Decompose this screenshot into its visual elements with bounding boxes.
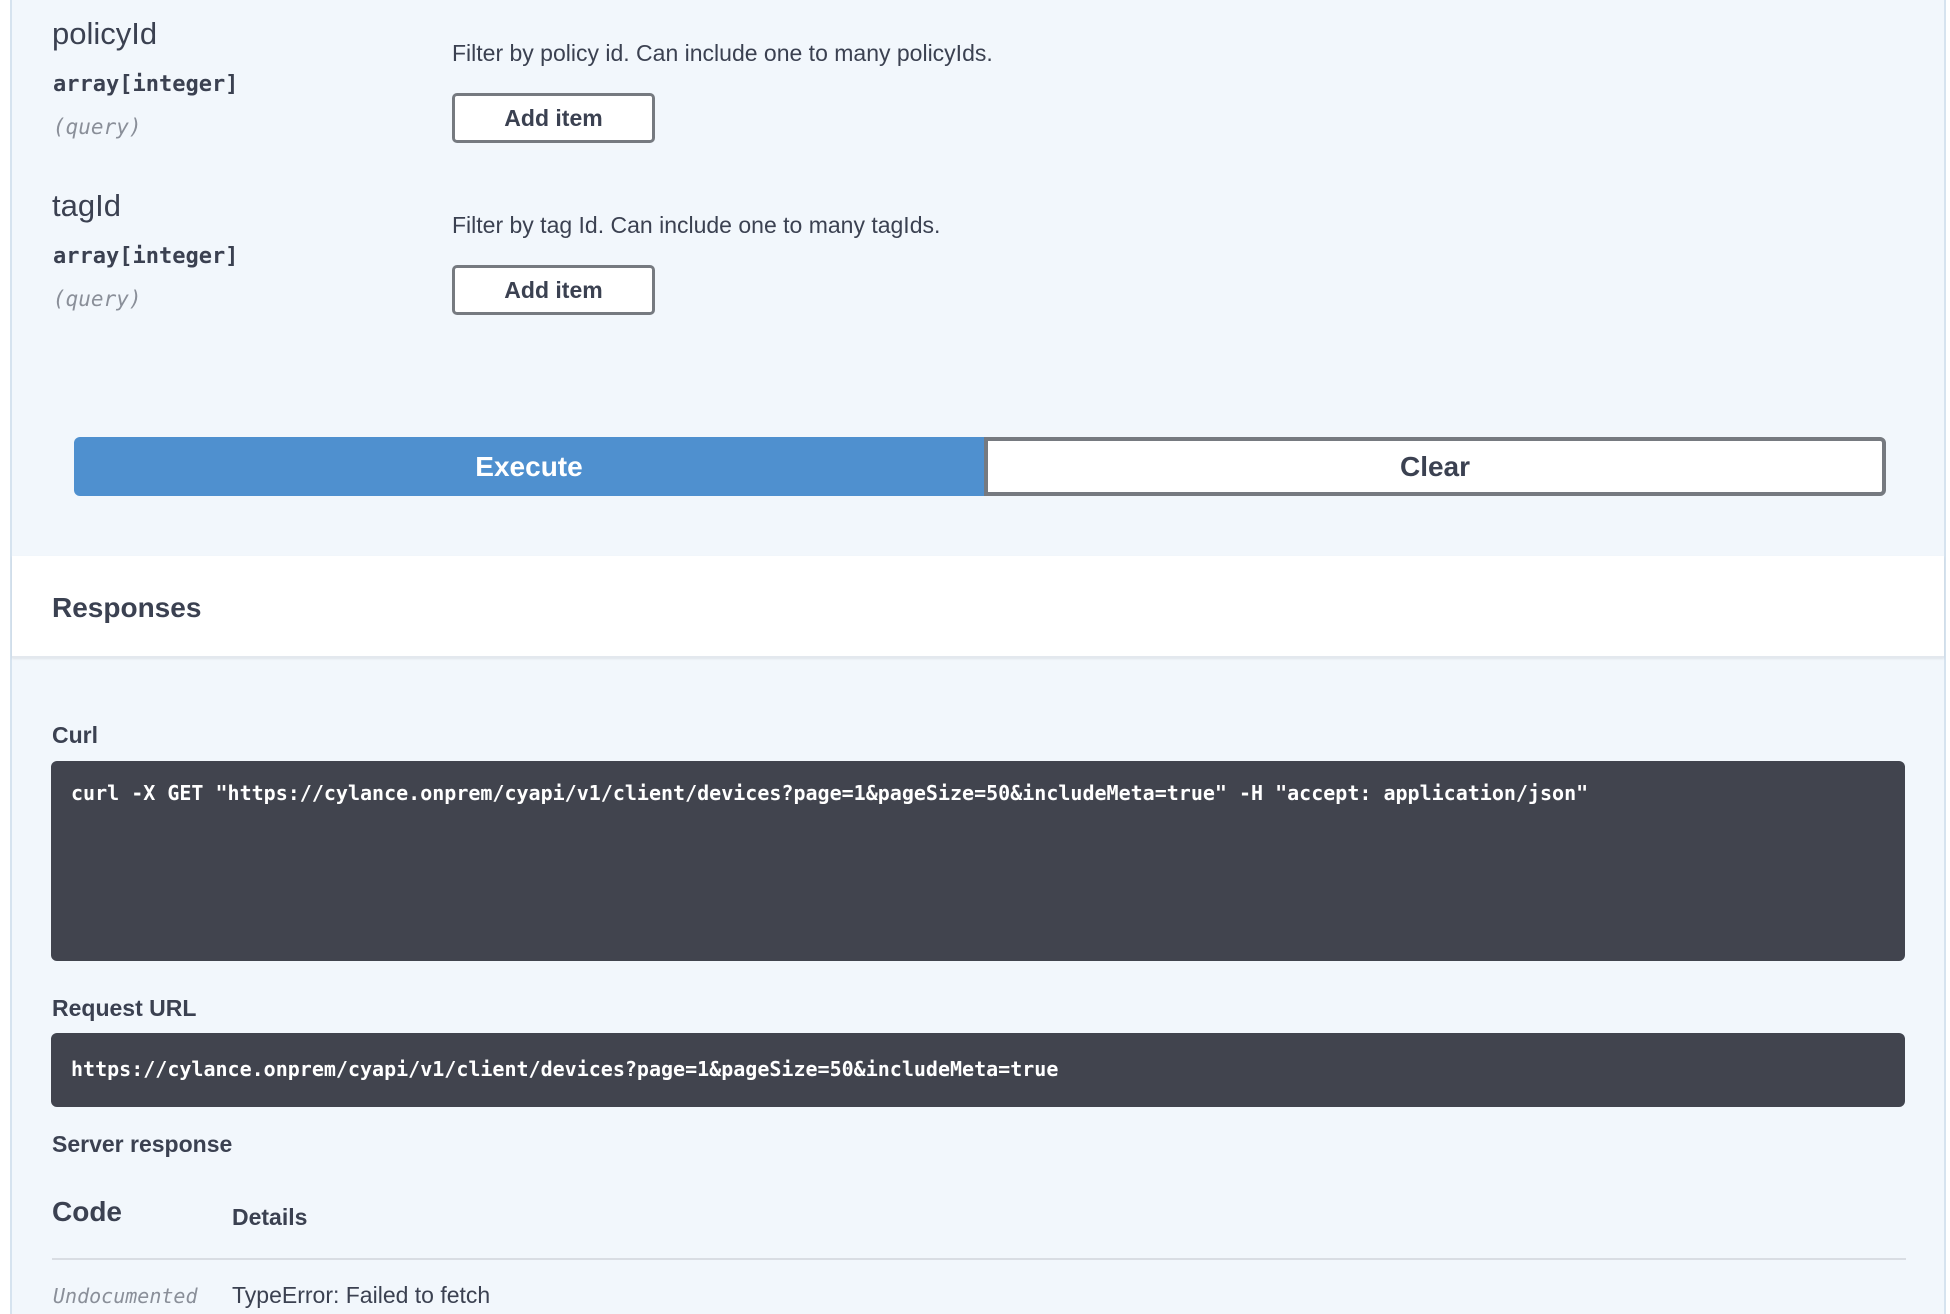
add-item-button-tag-id[interactable]: Add item bbox=[452, 265, 655, 315]
curl-command-block[interactable]: curl -X GET "https://cylance.onprem/cyap… bbox=[51, 761, 1905, 961]
add-item-button-policy-id[interactable]: Add item bbox=[452, 93, 655, 143]
param-location: (query) bbox=[53, 287, 142, 311]
server-response-label: Server response bbox=[52, 1131, 233, 1157]
param-description: Filter by policy id. Can include one to … bbox=[452, 40, 993, 66]
param-type: array[integer] bbox=[53, 72, 239, 97]
response-table-header: Code Details bbox=[52, 1196, 1906, 1260]
execute-wrapper: Execute Clear bbox=[74, 437, 1886, 496]
details-column-header: Details bbox=[232, 1204, 308, 1230]
responses-header: Responses bbox=[12, 556, 1944, 658]
clear-button[interactable]: Clear bbox=[984, 437, 1886, 496]
response-code: Undocumented bbox=[53, 1284, 198, 1308]
operation-panel: policyId array[integer] (query) Filter b… bbox=[10, 0, 1946, 1314]
execute-button[interactable]: Execute bbox=[74, 437, 984, 496]
param-name: tagId bbox=[52, 188, 121, 223]
curl-label: Curl bbox=[52, 722, 98, 748]
responses-title: Responses bbox=[52, 592, 202, 623]
code-column-header: Code bbox=[52, 1196, 122, 1227]
request-url-label: Request URL bbox=[52, 995, 197, 1021]
response-details: TypeError: Failed to fetch bbox=[232, 1282, 491, 1308]
param-location: (query) bbox=[53, 115, 142, 139]
param-description: Filter by tag Id. Can include one to man… bbox=[452, 212, 941, 238]
param-type: array[integer] bbox=[53, 244, 239, 269]
request-url-block[interactable]: https://cylance.onprem/cyapi/v1/client/d… bbox=[51, 1033, 1905, 1107]
param-name: policyId bbox=[52, 16, 158, 51]
